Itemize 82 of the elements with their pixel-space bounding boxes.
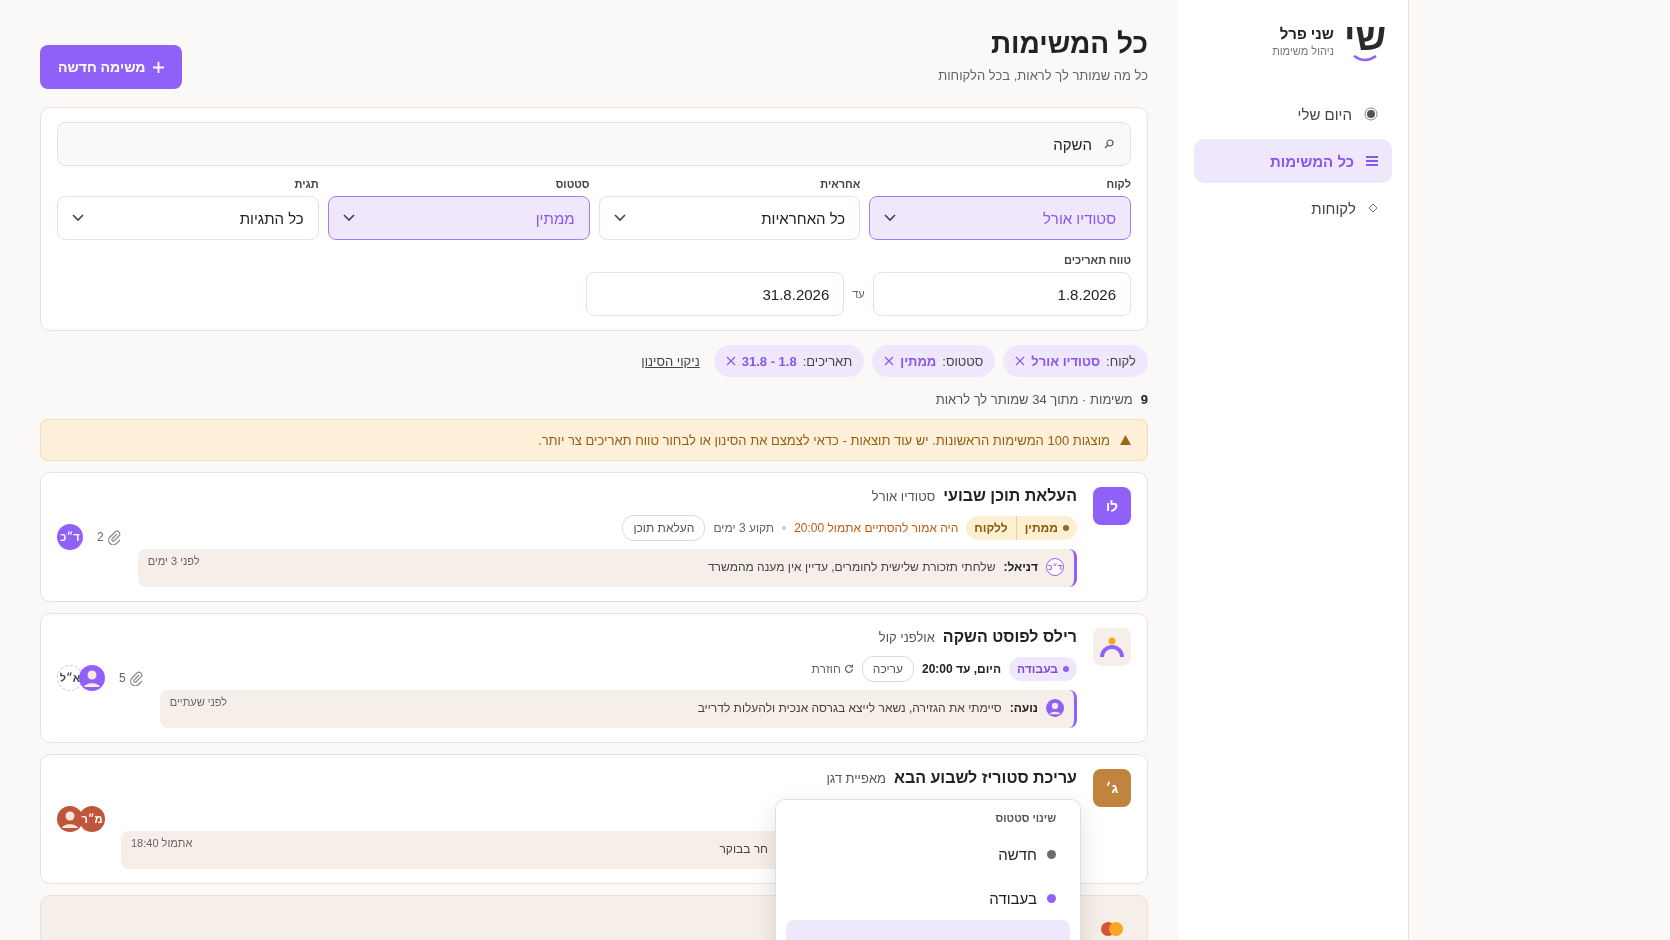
tag[interactable]: העלאת תוכן <box>622 515 706 541</box>
date-field[interactable]: 1.8.2026 <box>872 272 1131 316</box>
diamond-icon <box>1368 203 1378 213</box>
client-name: אולפני קול <box>878 630 935 645</box>
stuck-label: תקוע 3 ימים <box>713 521 775 535</box>
due-date: היה אמור להסתיים אתמול 20:00 <box>794 521 959 535</box>
chevron-down-icon <box>613 214 626 222</box>
plus-icon <box>153 61 165 73</box>
paperclip-icon <box>127 670 144 686</box>
task-title: רילס לפוסט השקה <box>942 628 1077 646</box>
warning-text: מוצגות 100 המשימות הראשונות. יש עוד תוצאות - כדאי לצמצם את הסינון או לבחור טווח תאריכים צר יותר. <box>538 432 1110 448</box>
comment-time: לפני שעתיים <box>169 696 228 708</box>
person-avatar-icon <box>79 665 105 691</box>
filter-label: לקוח <box>1105 178 1131 190</box>
person-avatar-icon <box>1046 699 1064 717</box>
attachment-count: 5 <box>119 671 126 685</box>
assignee-avatar[interactable]: ד״כ <box>57 524 83 550</box>
arch-logo-icon <box>1099 636 1125 658</box>
commenter-avatar: ד״כ <box>1046 558 1064 576</box>
comment-author: נועה: <box>1009 701 1038 715</box>
date-field[interactable]: 31.8.2026 <box>586 272 845 316</box>
menu-option[interactable]: בעבודה <box>786 876 1070 920</box>
comment-author: דניאל: <box>1003 560 1038 574</box>
clear-filters-link[interactable]: ניקוי הסינון <box>641 353 700 369</box>
close-icon <box>1015 356 1026 366</box>
attachment-count: 2 <box>97 530 104 544</box>
comment-text: שלחתי תזכורת שלישית לחומרים, עדיין אין מענה מהמשרד <box>707 560 996 574</box>
status-badge[interactable]: בעבודה <box>1009 657 1077 681</box>
paperclip-icon <box>105 529 122 545</box>
assignee-avatar[interactable]: מ״ר <box>79 806 105 832</box>
due-date: היום, עד 20:00 <box>922 662 1002 676</box>
client-avatar: ג׳ <box>1093 769 1131 807</box>
smile-icon <box>1351 54 1378 62</box>
comment-text: חר בבוקר <box>719 842 768 856</box>
close-icon <box>884 356 895 366</box>
brand-name: שני פרל <box>1278 25 1334 42</box>
sidebar-item[interactable]: היום שלי <box>1194 92 1392 136</box>
task-title: עריכת סטוריז לשבוע הבא <box>894 769 1077 787</box>
filter-dropdown[interactable]: כל האחראיות <box>598 196 861 240</box>
sidebar-item[interactable]: כל המשימות <box>1194 139 1392 183</box>
comment-time: אתמול 18:40 <box>131 837 193 849</box>
menu-title: שינוי סטטוס <box>994 812 1057 826</box>
task-title: העלאת תוכן שבועי <box>943 487 1077 505</box>
tag[interactable]: עריכה <box>861 656 914 682</box>
person-avatar-icon <box>57 806 83 832</box>
radio-icon <box>1364 107 1378 121</box>
filter-label: טווח תאריכים <box>1063 254 1131 266</box>
logo: שי <box>1343 20 1386 54</box>
range-separator: עד <box>852 288 865 300</box>
client-avatar: לו <box>1093 487 1131 525</box>
filter-dropdown[interactable]: סטודיו אורל <box>869 196 1131 240</box>
close-icon <box>725 356 736 366</box>
client-name: מאפיית דגן <box>826 771 886 786</box>
result-summary: משימות · מתוך 34 שמותר לך לראות <box>935 392 1133 407</box>
filter-label: תגית <box>293 178 319 190</box>
menu-option[interactable]: חדשה <box>786 832 1070 876</box>
chevron-down-icon <box>72 214 84 222</box>
filter-chip[interactable]: סטטוס: ממתין <box>872 345 996 377</box>
new-task-button[interactable]: משימה חדשה <box>40 45 183 89</box>
page-subtitle: כל מה שמותר לך לראות, בכל הלקוחות <box>938 68 1148 83</box>
search-icon <box>1104 139 1114 149</box>
chevron-down-icon <box>884 214 897 222</box>
chevron-down-icon <box>342 214 355 222</box>
client-name: סטודיו אורל <box>871 489 936 504</box>
filter-label: סטטוס <box>554 178 590 190</box>
repeat-icon <box>843 664 854 674</box>
status-badge[interactable]: ממתין ללקוח <box>966 516 1077 540</box>
brand-tagline: ניהול משימות <box>1272 45 1334 57</box>
warning-icon <box>1120 435 1131 445</box>
result-count: 9 <box>1140 392 1148 407</box>
menu-icon <box>1366 156 1378 166</box>
filter-label: אחראית <box>819 178 861 190</box>
search-field[interactable]: השקה <box>57 122 1131 166</box>
recurring-label: חוזרת <box>811 662 841 676</box>
circles-logo-icon <box>1099 921 1125 937</box>
filter-dropdown[interactable]: ממתין <box>327 196 590 240</box>
comment-text: סיימתי את הגזירה, נשאר לייצא בגרסה אנכית ולהעלות לדרייב <box>697 701 1002 715</box>
filter-chip[interactable]: לקוח: סטודיו אורל <box>1003 345 1148 377</box>
sidebar-item[interactable]: לקוחות <box>1194 186 1392 230</box>
page-title: כל המשימות <box>990 28 1148 60</box>
filter-dropdown[interactable]: כל התגיות <box>57 196 319 240</box>
comment-time: לפני 3 ימים <box>147 555 200 567</box>
